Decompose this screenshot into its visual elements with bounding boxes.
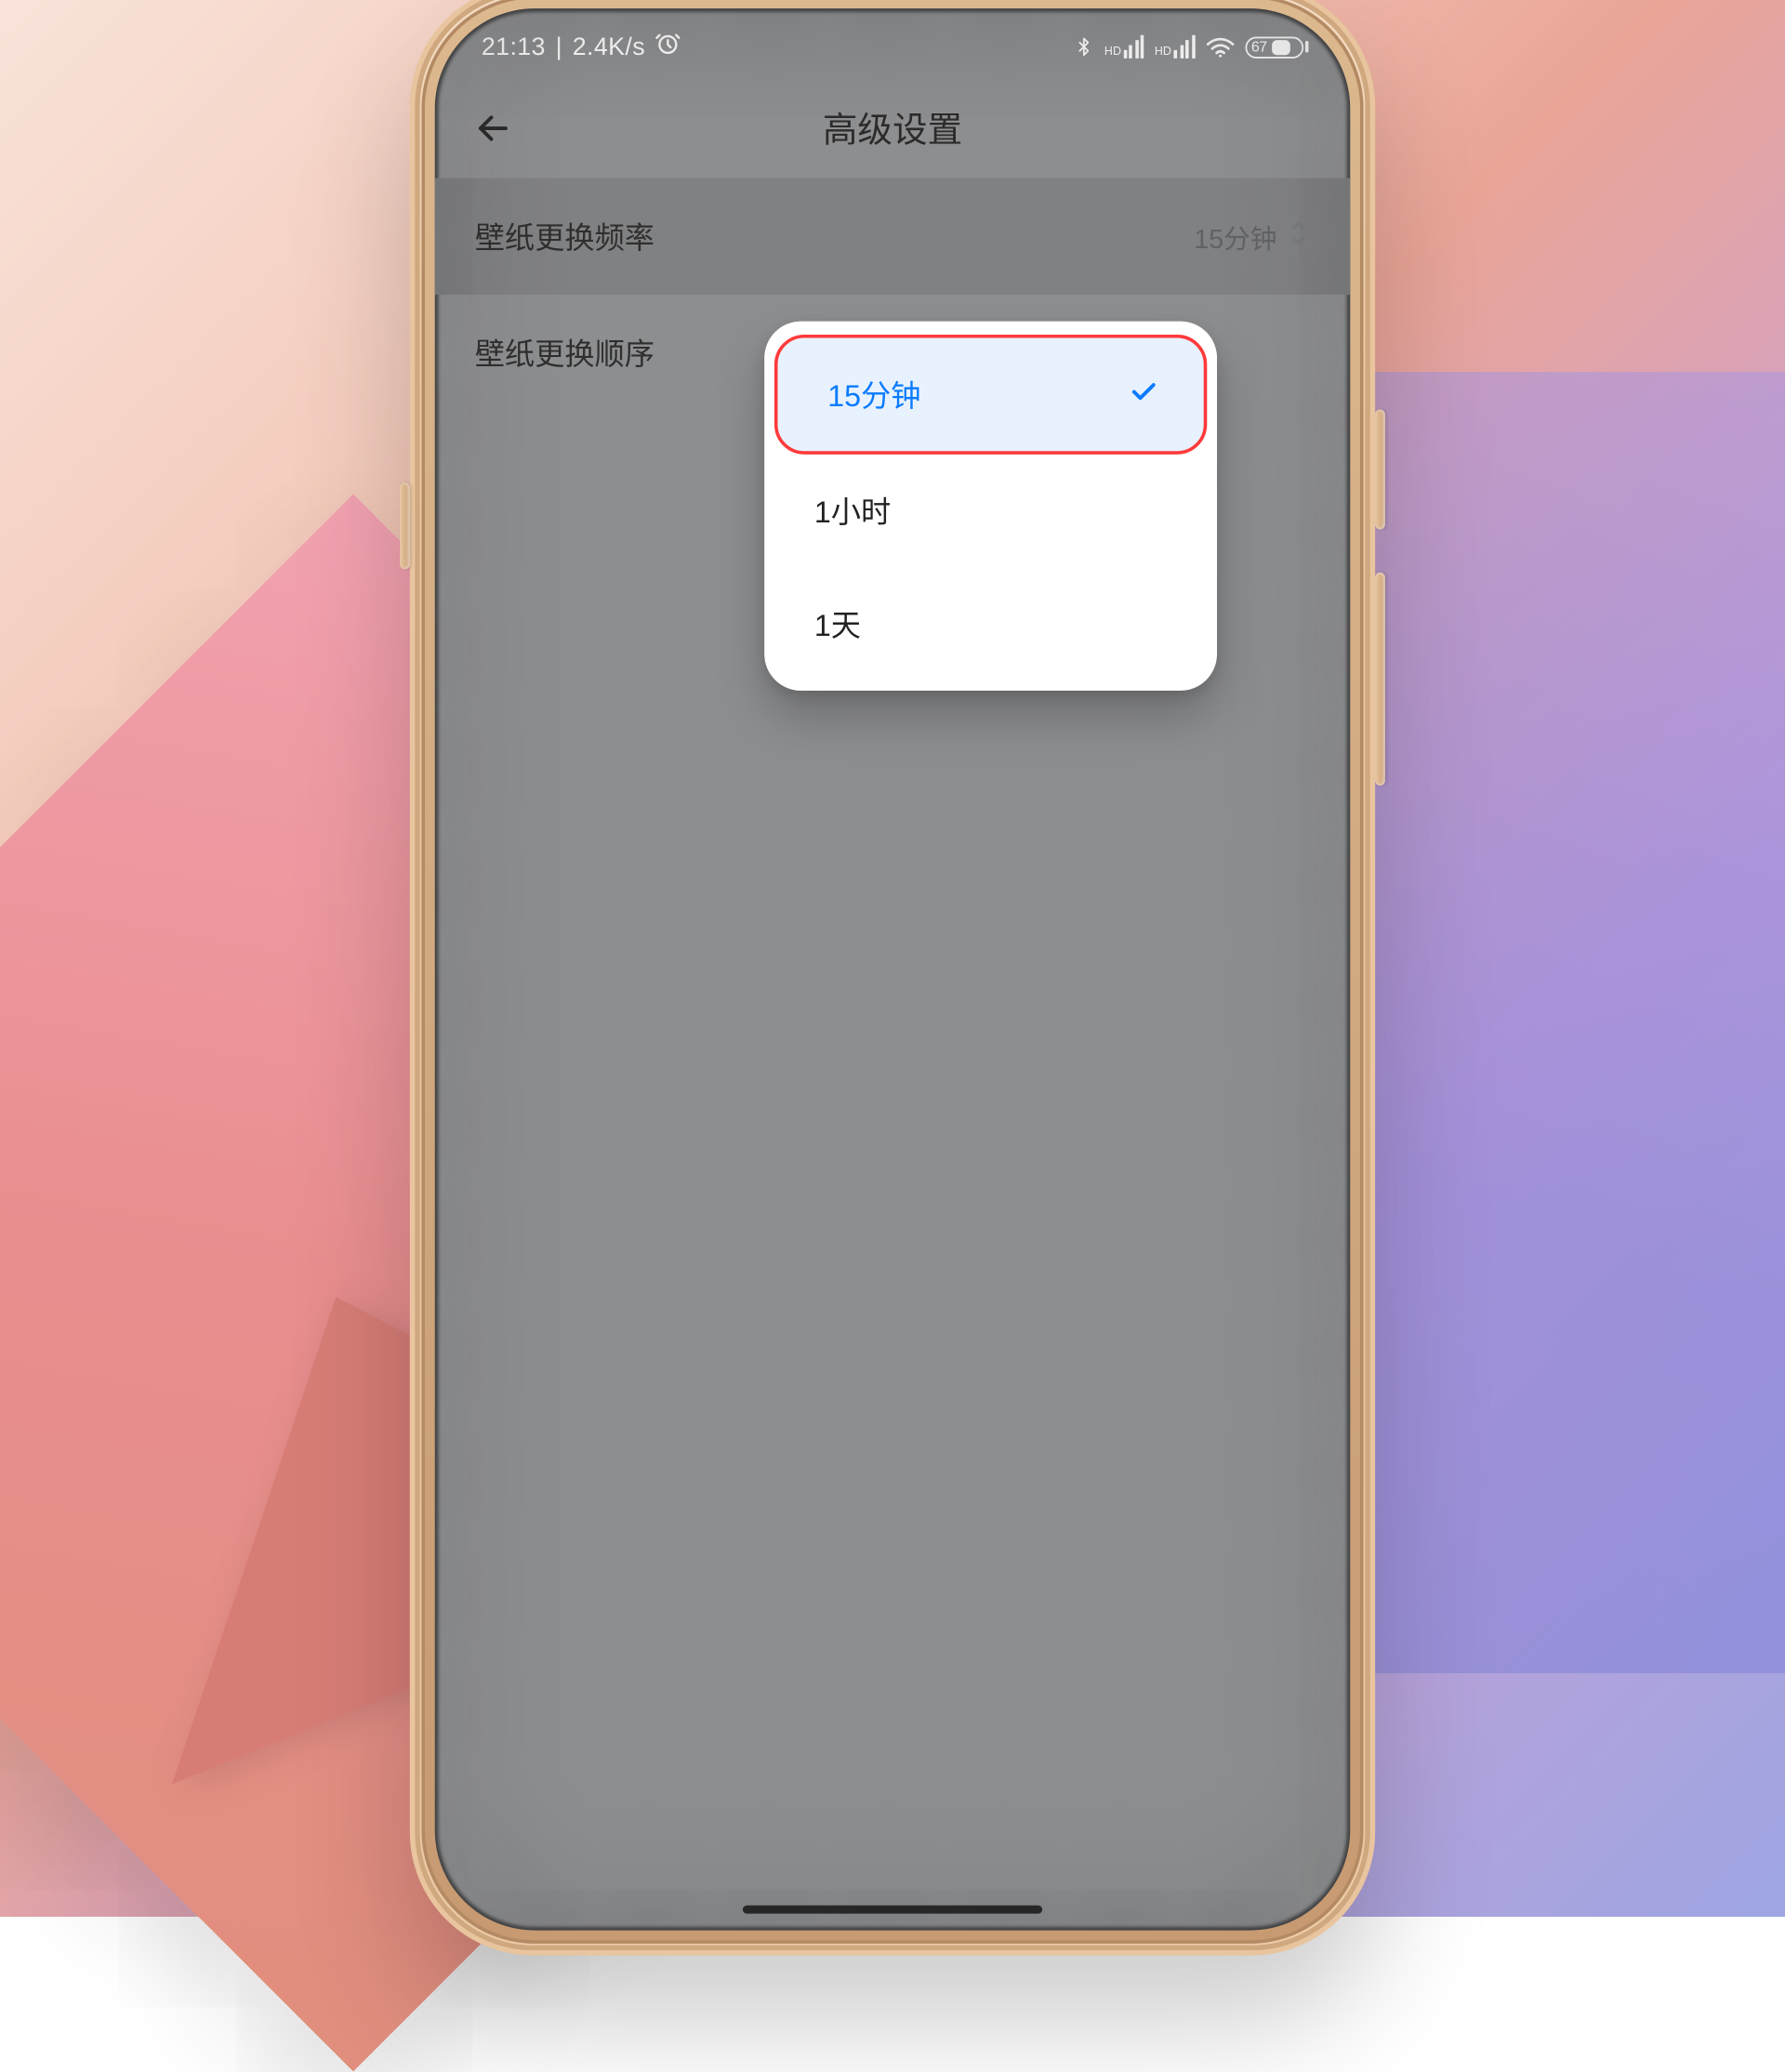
status-net-speed: 2.4K/s — [573, 33, 645, 60]
row-label: 壁纸更换顺序 — [475, 331, 654, 375]
page-title: 高级设置 — [823, 103, 962, 153]
row-wallpaper-frequency[interactable]: 壁纸更换频率 15分钟 — [435, 178, 1351, 295]
updown-chevron-icon — [1287, 218, 1310, 256]
phone-side-button — [1375, 410, 1385, 530]
wifi-icon — [1205, 35, 1235, 59]
gesture-bar[interactable] — [743, 1906, 1042, 1914]
bluetooth-icon — [1075, 33, 1094, 60]
battery-icon: 67 — [1245, 36, 1303, 58]
status-bar: 21:13 | 2.4K/s — [435, 8, 1351, 78]
option-1day[interactable]: 1天 — [764, 568, 1217, 681]
row-label: 壁纸更换频率 — [475, 215, 654, 258]
app-bar: 高级设置 — [435, 78, 1351, 178]
alarm-icon — [655, 30, 682, 63]
frequency-dropdown: 15分钟 1小时 1天 — [764, 322, 1217, 691]
battery-percent: 67 — [1250, 39, 1268, 54]
back-button[interactable] — [469, 103, 519, 153]
signal-1-icon: HD — [1104, 35, 1144, 59]
signal-2-icon: HD — [1155, 35, 1195, 59]
phone-side-button — [1375, 573, 1385, 785]
option-label: 15分钟 — [827, 373, 920, 416]
option-label: 1天 — [814, 602, 861, 646]
checkmark-icon — [1127, 374, 1160, 416]
option-15min[interactable]: 15分钟 — [774, 335, 1207, 455]
row-value: 15分钟 — [1194, 217, 1276, 257]
phone-side-button — [400, 482, 410, 569]
option-1hour[interactable]: 1小时 — [764, 455, 1217, 568]
status-separator: | — [556, 33, 562, 60]
phone-screen: 21:13 | 2.4K/s — [435, 8, 1351, 1930]
status-time: 21:13 — [482, 33, 546, 60]
option-label: 1小时 — [814, 489, 891, 533]
phone-frame: 21:13 | 2.4K/s — [410, 0, 1375, 1955]
